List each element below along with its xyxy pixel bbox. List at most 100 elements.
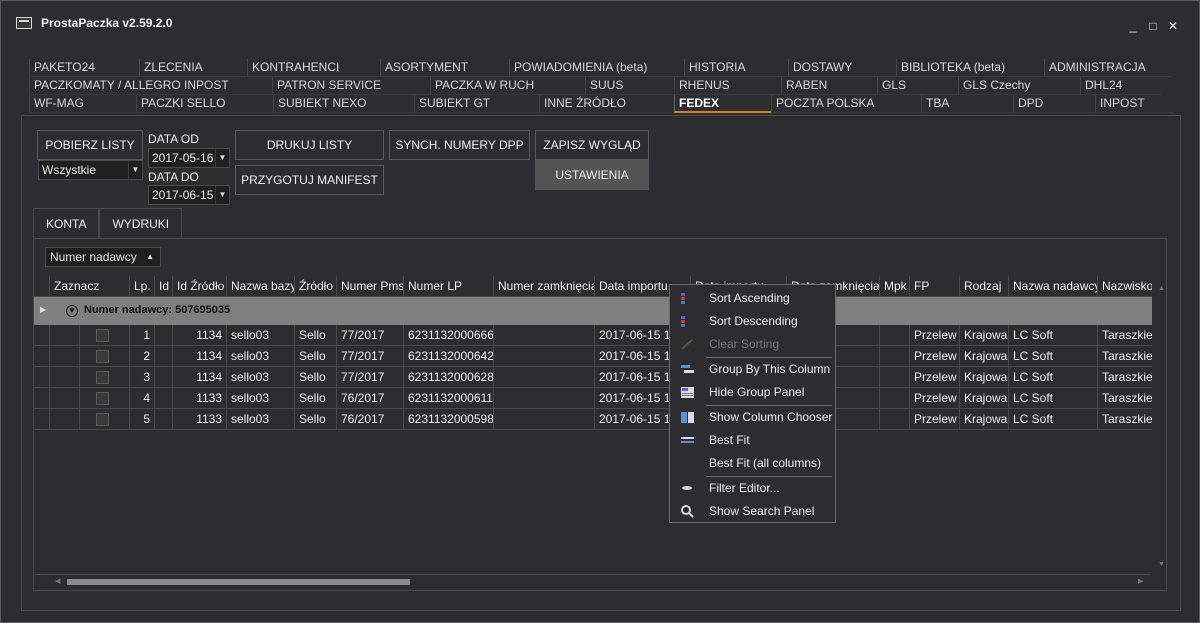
cell-numer-zamkniecia bbox=[494, 409, 595, 430]
tab-gls-czechy[interactable]: GLS Czechy bbox=[958, 77, 1080, 95]
menu-label: Best Fit (all columns) bbox=[709, 456, 822, 470]
menu-sort-descending[interactable]: Sort Descending bbox=[670, 310, 835, 333]
tab-paczka-w-ruch[interactable]: PACZKA W RUCH bbox=[430, 77, 585, 95]
col-rodzaj[interactable]: Rodzaj bbox=[960, 276, 1009, 297]
app-icon bbox=[16, 17, 32, 29]
tab-patron-service[interactable]: PATRON SERVICE bbox=[272, 77, 430, 95]
tab-dpd[interactable]: DPD bbox=[1013, 95, 1095, 113]
synch-numery-dpp-button[interactable]: SYNCH. NUMERY DPP bbox=[389, 130, 530, 160]
col-fp[interactable]: FP bbox=[910, 276, 960, 297]
menu-search-panel[interactable]: Show Search Panel bbox=[670, 500, 835, 523]
tab-administracja[interactable]: ADMINISTRACJA bbox=[1044, 59, 1172, 77]
col-id-zrodlo[interactable]: Id Źródło bbox=[173, 276, 227, 297]
tab-paketo24[interactable]: PAKETO24 bbox=[29, 59, 139, 77]
tab-subiekt-gt[interactable]: SUBIEKT GT bbox=[414, 95, 539, 113]
cell-id-zrodlo: 1134 bbox=[173, 325, 227, 346]
chevron-down-icon: ▼ bbox=[215, 186, 229, 204]
scroll-up-icon[interactable]: ▲ bbox=[1158, 285, 1165, 292]
tab-paczkomaty[interactable]: PACZKOMATY / ALLEGRO INPOST bbox=[29, 77, 272, 95]
tab-inpost[interactable]: INPOST bbox=[1095, 95, 1174, 113]
scroll-left-icon[interactable]: ◀ bbox=[55, 577, 60, 585]
select-cell[interactable] bbox=[80, 367, 130, 388]
data-od-picker[interactable]: 2017-05-16 ▼ bbox=[148, 148, 230, 168]
col-lp[interactable]: Lp. bbox=[130, 276, 155, 297]
minimize-button[interactable]: _ bbox=[1122, 15, 1144, 37]
menu-group-by-column[interactable]: Group By This Column bbox=[670, 358, 835, 381]
tab-tba[interactable]: TBA bbox=[921, 95, 1013, 113]
cell-id-zrodlo: 1134 bbox=[173, 367, 227, 388]
tab-dostawy[interactable]: DOSTAWY bbox=[788, 59, 896, 77]
row-checkbox[interactable] bbox=[96, 392, 109, 405]
select-cell[interactable] bbox=[80, 388, 130, 409]
select-cell[interactable] bbox=[80, 346, 130, 367]
row-checkbox[interactable] bbox=[96, 413, 109, 426]
menu-sort-ascending[interactable]: Sort Ascending bbox=[670, 287, 835, 310]
group-row[interactable]: ▼ Numer nadawcy: 507695035 bbox=[34, 297, 1152, 325]
group-panel-field[interactable]: Numer nadawcy ▲ bbox=[45, 247, 161, 267]
tab-paczki-sello[interactable]: PACZKI SELLO bbox=[136, 95, 273, 113]
row-checkbox[interactable] bbox=[96, 329, 109, 342]
tab-subiekt-nexo[interactable]: SUBIEKT NEXO bbox=[273, 95, 414, 113]
table-row[interactable]: 5 1133 sello03 Sello 76/2017 6231132000598 201… bbox=[34, 409, 1152, 430]
row-checkbox[interactable] bbox=[96, 371, 109, 384]
drukuj-listy-button[interactable]: DRUKUJ LISTY bbox=[235, 130, 384, 160]
best-fit-icon bbox=[681, 437, 694, 443]
menu-filter-editor[interactable]: Filter Editor... bbox=[670, 477, 835, 500]
col-numer-pms[interactable]: Numer Pms bbox=[337, 276, 404, 297]
col-mpk[interactable]: Mpk bbox=[880, 276, 910, 297]
row-checkbox[interactable] bbox=[96, 350, 109, 363]
tab-fedex[interactable]: FEDEX bbox=[674, 95, 771, 113]
scroll-down-icon[interactable]: ▼ bbox=[1158, 561, 1165, 568]
select-cell[interactable] bbox=[80, 325, 130, 346]
tab-zlecenia[interactable]: ZLECENIA bbox=[139, 59, 247, 77]
tab-kontrahenci[interactable]: KONTRAHENCI bbox=[247, 59, 380, 77]
close-button[interactable]: ✕ bbox=[1162, 15, 1184, 37]
przygotuj-manifest-button[interactable]: PRZYGOTUJ MANIFEST bbox=[235, 165, 384, 195]
cell-lp: 1 bbox=[130, 325, 155, 346]
zapisz-wyglad-button[interactable]: ZAPISZ WYGLĄD bbox=[535, 130, 649, 160]
maximize-button[interactable]: □ bbox=[1142, 15, 1164, 37]
horizontal-scrollbar[interactable]: ◀ ▶ bbox=[35, 574, 1151, 588]
col-nazwisko[interactable]: Nazwisko bbox=[1098, 276, 1152, 297]
tab-poczta-polska[interactable]: POCZTA POLSKA bbox=[771, 95, 921, 113]
tab-raben[interactable]: RABEN bbox=[781, 77, 877, 95]
scrollbar-thumb[interactable] bbox=[67, 579, 410, 585]
tab-historia[interactable]: HISTORIA bbox=[684, 59, 788, 77]
tab-rhenus[interactable]: RHENUS bbox=[674, 77, 781, 95]
collapse-icon[interactable]: ▼ bbox=[66, 305, 78, 317]
table-row[interactable]: 4 1133 sello03 Sello 76/2017 6231132000611 201… bbox=[34, 388, 1152, 409]
select-cell[interactable] bbox=[80, 409, 130, 430]
tab-asortyment[interactable]: ASORTYMENT bbox=[380, 59, 509, 77]
subtab-konta[interactable]: KONTA bbox=[33, 208, 100, 238]
ustawienia-button[interactable]: USTAWIENIA bbox=[535, 160, 649, 190]
col-zrodlo[interactable]: Źródło bbox=[295, 276, 337, 297]
menu-best-fit-all[interactable]: Best Fit (all columns) bbox=[670, 452, 835, 475]
col-nazwa-bazy[interactable]: Nazwa bazy bbox=[227, 276, 295, 297]
tab-gls[interactable]: GLS bbox=[877, 77, 958, 95]
tab-wf-mag[interactable]: WF-MAG bbox=[29, 95, 136, 113]
table-row[interactable]: 3 1134 sello03 Sello 77/2017 6231132000628 201… bbox=[34, 367, 1152, 388]
pobierz-listy-button[interactable]: POBIERZ LISTY bbox=[37, 130, 143, 160]
menu-best-fit[interactable]: Best Fit bbox=[670, 429, 835, 452]
col-id[interactable]: Id bbox=[155, 276, 173, 297]
table-row[interactable]: 1 1134 sello03 Sello 77/2017 6231132000666 201… bbox=[34, 325, 1152, 346]
col-zaznacz[interactable]: Zaznacz bbox=[50, 276, 130, 297]
cell-numer-lp: 6231132000611 bbox=[404, 388, 494, 409]
subtab-wydruki[interactable]: WYDRUKI bbox=[99, 208, 183, 238]
status-filter-select[interactable]: Wszystkie ▼ bbox=[38, 160, 143, 180]
tab-dhl24[interactable]: DHL24 bbox=[1080, 77, 1161, 95]
menu-column-chooser[interactable]: Show Column Chooser bbox=[670, 406, 835, 429]
menu-clear-sorting[interactable]: Clear Sorting bbox=[670, 333, 835, 356]
col-nazwa-nadawcy[interactable]: Nazwa nadawcy bbox=[1009, 276, 1098, 297]
tab-suus[interactable]: SUUS bbox=[585, 77, 674, 95]
menu-hide-group-panel[interactable]: Hide Group Panel bbox=[670, 381, 835, 404]
data-do-picker[interactable]: 2017-06-15 ▼ bbox=[148, 185, 230, 205]
tab-powiadomienia[interactable]: POWIADOMIENIA (beta) bbox=[509, 59, 684, 77]
tab-inne-zrodlo[interactable]: INNE ŹRÓDŁO bbox=[539, 95, 674, 113]
col-numer-lp[interactable]: Numer LP bbox=[404, 276, 494, 297]
table-row[interactable]: 2 1134 sello03 Sello 77/2017 6231132000642 201… bbox=[34, 346, 1152, 367]
tab-row-2: PACZKOMATY / ALLEGRO INPOST PATRON SERVI… bbox=[29, 77, 1161, 95]
scroll-right-icon[interactable]: ▶ bbox=[1138, 577, 1143, 585]
tab-biblioteka[interactable]: BIBLIOTEKA (beta) bbox=[896, 59, 1044, 77]
col-numer-zamkniecia[interactable]: Numer zamknięcia bbox=[494, 276, 595, 297]
